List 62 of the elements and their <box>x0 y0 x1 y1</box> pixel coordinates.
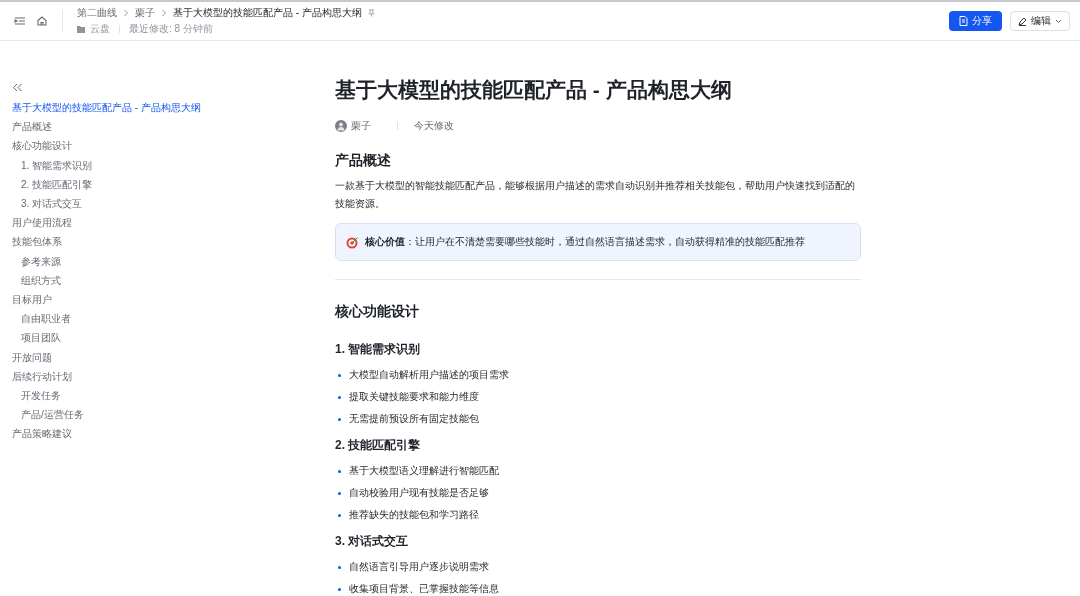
document-icon <box>959 16 968 26</box>
bullet-icon <box>338 587 341 591</box>
share-button[interactable]: 分享 <box>949 11 1002 31</box>
bullet-icon <box>338 373 341 377</box>
folder-icon <box>77 25 85 33</box>
edit-button[interactable]: 编辑 <box>1010 11 1070 31</box>
outline-item[interactable]: 产品/运营任务 <box>12 405 335 425</box>
breadcrumb-link[interactable]: 第二曲线 <box>77 6 117 20</box>
bullet-icon <box>338 565 341 569</box>
subsection-heading: 2. 技能匹配引擎 <box>335 437 422 454</box>
bullet-icon <box>338 395 341 399</box>
bullet-icon <box>338 513 341 517</box>
chevron-icon <box>161 9 167 17</box>
list-item: 提取关键技能要求和能力维度 <box>349 390 479 404</box>
list-item: 大模型自动解析用户描述的项目需求 <box>349 368 509 382</box>
chevron-icon <box>123 9 129 17</box>
home-icon[interactable] <box>36 15 48 27</box>
outline-item[interactable]: 自由职业者 <box>12 309 335 329</box>
document-title: 基于大模型的技能匹配产品 - 产品构思大纲 <box>335 77 733 103</box>
outline-item[interactable]: 用户使用流程 <box>12 213 335 233</box>
list-item: 自然语言引导用户逐步说明需求 <box>349 560 489 574</box>
bullet-icon <box>338 469 341 473</box>
subsection-heading: 1. 智能需求识别 <box>335 341 422 358</box>
list-item: 收集项目背景、已掌握技能等信息 <box>349 582 499 596</box>
outline-item[interactable]: 参考来源 <box>12 251 335 271</box>
outline-item[interactable]: 1. 智能需求识别 <box>12 155 335 175</box>
outline-item[interactable]: 核心功能设计 <box>12 136 335 156</box>
outline-item[interactable]: 3. 对话式交互 <box>12 194 335 214</box>
outline-item[interactable]: 基于大模型的技能匹配产品 - 产品构思大纲 <box>12 98 335 118</box>
bullet-icon <box>338 491 341 495</box>
avatar-icon <box>335 120 347 132</box>
modified-time: 最近修改: 8 分钟前 <box>129 22 213 36</box>
paragraph: 一款基于大模型的智能技能匹配产品，能够根据用户描述的需求自动识别并推荐相关技能包，帮助用户快速找到适配的技能资源。 <box>335 179 856 211</box>
list-item: 推荐缺失的技能包和学习路径 <box>349 508 479 522</box>
outline-item[interactable]: 组织方式 <box>12 270 335 291</box>
pencil-icon <box>1018 16 1027 26</box>
caret-icon <box>1055 18 1062 24</box>
collapse-icon[interactable] <box>12 83 23 92</box>
subsection-heading: 3. 对话式交互 <box>335 533 410 550</box>
outline-item[interactable]: 目标用户 <box>12 290 335 310</box>
outline-item[interactable]: 产品策略建议 <box>12 424 335 444</box>
bullet-icon <box>338 417 341 421</box>
list-item: 基于大模型语义理解进行智能匹配 <box>349 464 499 478</box>
target-icon <box>346 235 359 249</box>
outline-toggle-icon[interactable] <box>14 15 26 27</box>
outline-item[interactable]: 开放问题 <box>12 347 335 367</box>
author-name: 栗子 <box>351 119 371 133</box>
list-item: 自动校验用户现有技能是否足够 <box>349 486 489 500</box>
outline-item[interactable]: 技能包体系 <box>12 232 335 252</box>
outline-item[interactable]: 2. 技能匹配引擎 <box>12 174 335 194</box>
outline-item[interactable]: 开发任务 <box>12 386 335 406</box>
callout-text: 核心价值：让用户在不清楚需要哪些技能时，通过自然语言描述需求，自动获得精准的技能匹配推荐 <box>365 235 805 249</box>
modified-time: 今天修改 <box>414 119 454 133</box>
outline-item[interactable]: 项目团队 <box>12 328 335 348</box>
breadcrumb-link[interactable]: 栗子 <box>135 6 155 20</box>
list-item: 无需提前预设所有固定技能包 <box>349 412 479 426</box>
breadcrumb-link[interactable]: 基于大模型的技能匹配产品 - 产品构思大纲 <box>173 6 362 20</box>
location-text: 云盘 <box>90 22 110 36</box>
outline-item[interactable]: 后续行动计划 <box>12 366 335 387</box>
outline-item[interactable]: 产品概述 <box>12 117 335 137</box>
section-heading: 产品概述 <box>335 151 392 169</box>
section-heading: 核心功能设计 <box>335 302 420 320</box>
